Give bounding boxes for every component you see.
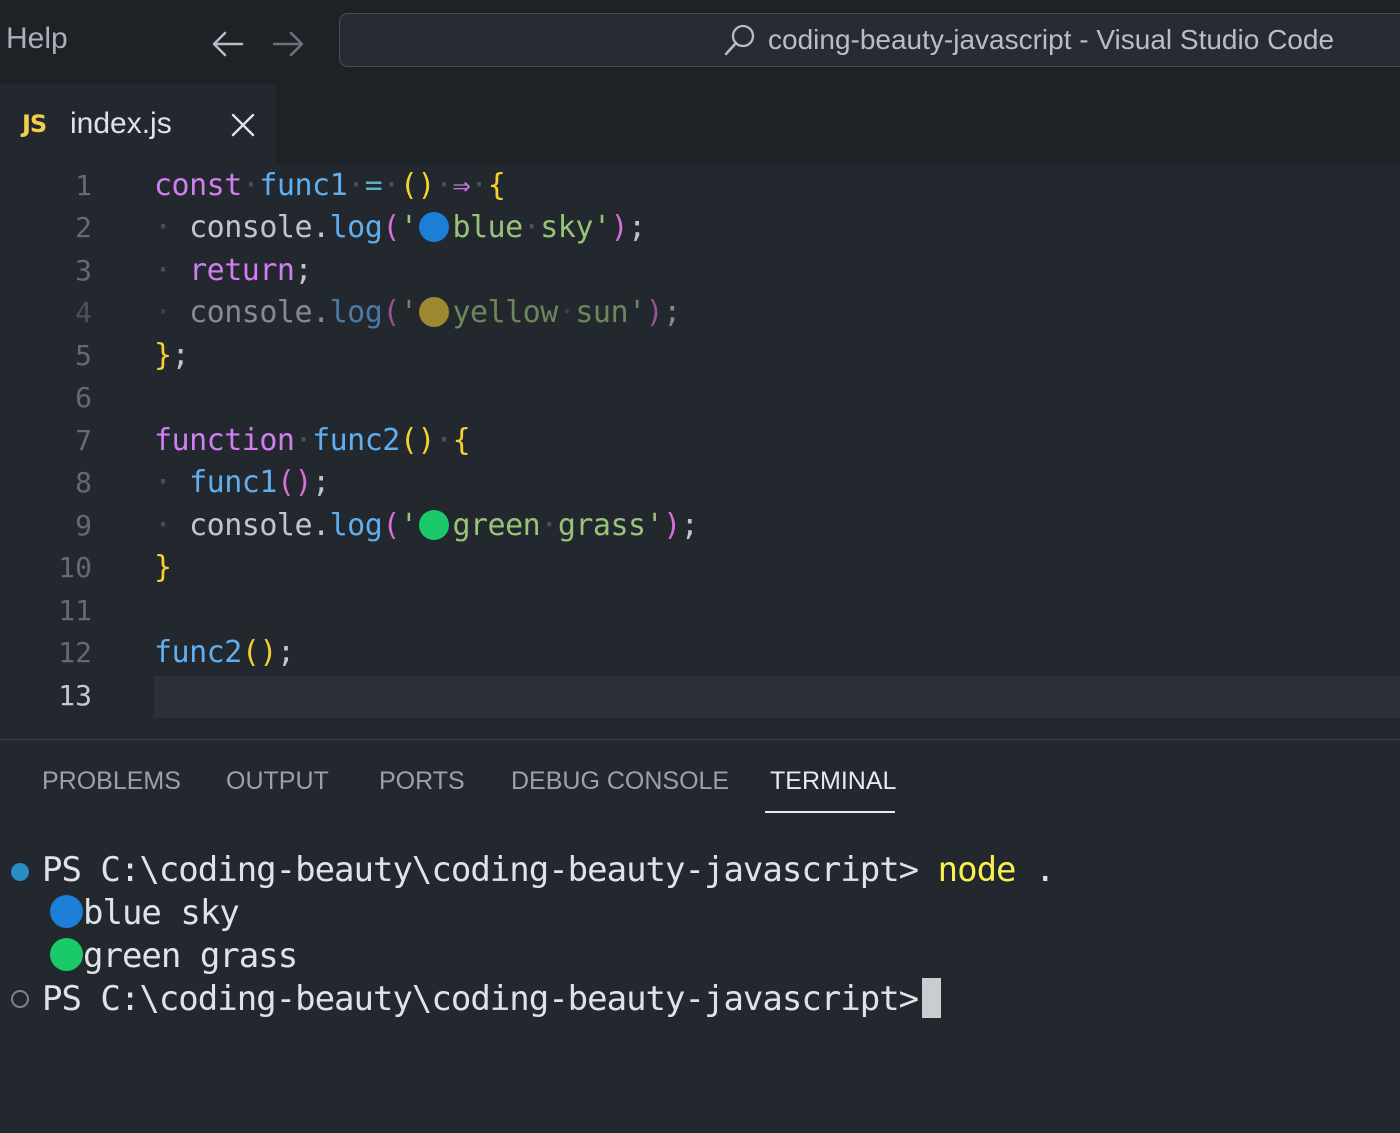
code-text: · func1();: [154, 465, 330, 500]
command-center-search[interactable]: coding-beauty-javascript - Visual Studio…: [339, 13, 1400, 67]
terminal-output-line: green grass: [50, 936, 298, 976]
tab-debug-console[interactable]: DEBUG CONSOLE: [511, 767, 729, 796]
line-number: 11: [58, 594, 92, 627]
tab-ports[interactable]: PORTS: [379, 767, 465, 796]
code-line: 2 · console.log(' blue·sky');: [0, 207, 1400, 249]
code-line: 12 func2();: [0, 632, 1400, 674]
code-text: };: [154, 338, 190, 373]
line-number: 5: [75, 339, 92, 372]
terminal-command-line: PS C:\coding-beauty\coding-beauty-javasc…: [42, 850, 1056, 890]
code-text: func2();: [154, 635, 295, 670]
line-number: 4: [75, 296, 92, 329]
line-number: 6: [75, 381, 92, 414]
green-circle-emoji: [419, 510, 450, 540]
code-line: 11: [0, 590, 1400, 632]
terminal-command: node: [937, 850, 1017, 890]
tab-index-js[interactable]: JS index.js: [0, 84, 276, 165]
code-line: 6: [0, 377, 1400, 419]
editor-tab-bar: JS index.js: [0, 84, 1400, 165]
terminal-prompt-line: PS C:\coding-beauty\coding-beauty-javasc…: [42, 978, 942, 1019]
line-number: 10: [58, 551, 92, 584]
code-line-unreachable: 4 · console.log(' yellow·sun');: [0, 292, 1400, 334]
terminal-command-arg: .: [1035, 850, 1056, 890]
active-tab-indicator: [765, 811, 895, 813]
code-text: }: [154, 550, 172, 585]
search-icon: [723, 23, 757, 61]
line-number: 8: [75, 466, 92, 499]
line-number: 3: [75, 254, 92, 287]
menu-item-help[interactable]: Help: [6, 22, 68, 56]
tab-terminal[interactable]: TERMINAL: [770, 767, 896, 796]
code-line: 9 · console.log(' green·grass');: [0, 505, 1400, 547]
code-editor[interactable]: 1 const·func1·=·()·⇒·{ 2 · console.log('…: [0, 165, 1400, 739]
code-line: 3 · return;: [0, 250, 1400, 292]
line-number: 12: [58, 636, 92, 669]
code-line: 8 · func1();: [0, 462, 1400, 504]
window-title: coding-beauty-javascript - Visual Studio…: [768, 24, 1335, 55]
javascript-file-icon: JS: [22, 110, 47, 138]
code-line: 10 }: [0, 547, 1400, 589]
tab-problems[interactable]: PROBLEMS: [42, 767, 181, 796]
blue-circle-emoji: [419, 212, 450, 242]
code-text: · return;: [154, 253, 313, 288]
close-icon[interactable]: [230, 112, 256, 142]
forward-arrow-icon[interactable]: [268, 24, 308, 64]
line-number: 7: [75, 424, 92, 457]
command-pending-decoration-icon[interactable]: [11, 990, 29, 1008]
code-text: · console.log(' blue·sky');: [154, 210, 646, 245]
terminal-prompt: PS C:\coding-beauty\coding-beauty-javasc…: [42, 850, 919, 890]
tab-label: index.js: [70, 107, 172, 140]
back-arrow-icon[interactable]: [208, 24, 248, 64]
code-text: function·func2()·{: [154, 423, 471, 458]
code-text: · console.log(' green·grass');: [154, 508, 699, 543]
code-text: · console.log(' yellow·sun');: [154, 295, 681, 330]
code-line: 5 };: [0, 335, 1400, 377]
line-number: 2: [75, 211, 92, 244]
code-line: 7 function·func2()·{: [0, 420, 1400, 462]
title-bar: Help coding-beauty-javascript - Visual S…: [0, 0, 1400, 84]
code-line: 1 const·func1·=·()·⇒·{: [0, 165, 1400, 207]
blue-circle-emoji: [50, 895, 83, 928]
yellow-circle-emoji: [419, 297, 450, 327]
line-number: 9: [75, 509, 92, 542]
terminal-cursor: [922, 978, 942, 1018]
line-number: 13: [58, 679, 92, 712]
code-text: const·func1·=·()·⇒·{: [154, 168, 506, 203]
tab-output[interactable]: OUTPUT: [226, 767, 329, 796]
line-number: 1: [75, 169, 92, 202]
bottom-panel: PROBLEMS OUTPUT PORTS DEBUG CONSOLE TERM…: [0, 740, 1400, 1133]
terminal-prompt: PS C:\coding-beauty\coding-beauty-javasc…: [42, 979, 919, 1019]
command-success-decoration-icon[interactable]: [11, 863, 29, 881]
green-circle-emoji: [50, 938, 83, 971]
code-line-active: 13: [0, 675, 1400, 717]
terminal-output-line: blue sky: [50, 893, 240, 933]
